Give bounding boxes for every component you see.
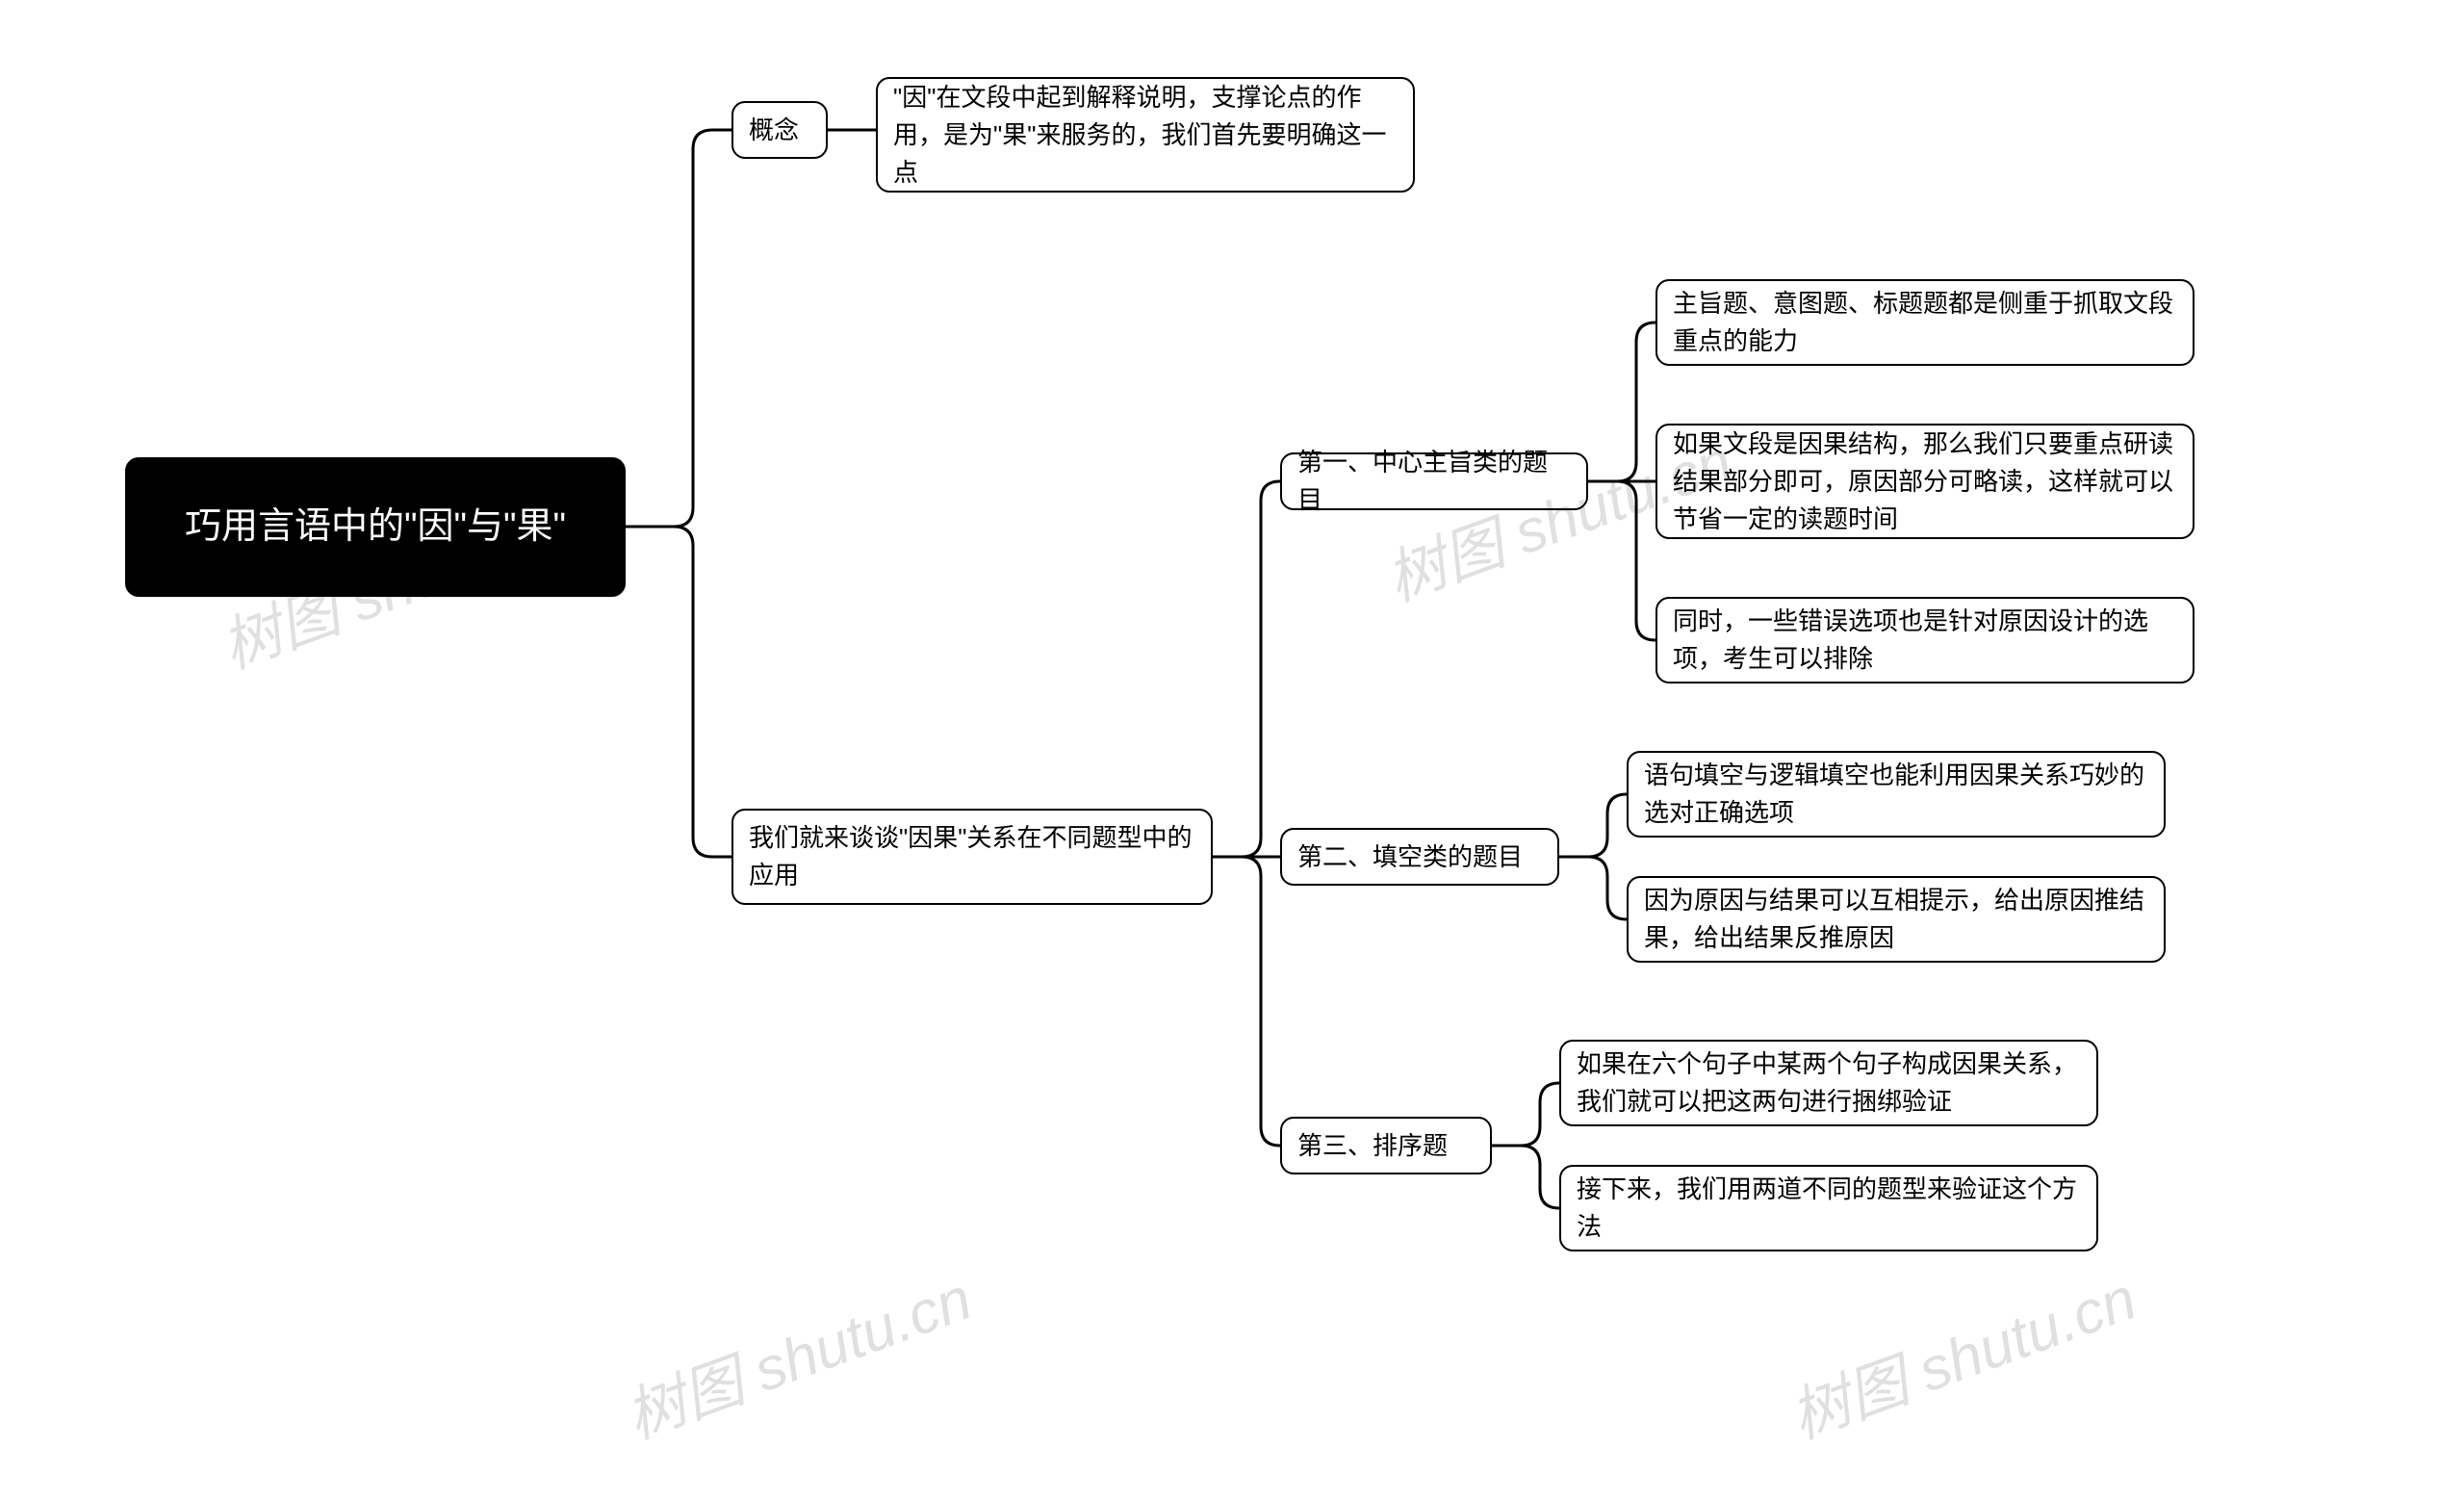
node-sub3[interactable]: 第三、排序题	[1280, 1117, 1492, 1174]
node-concept-text: 概念	[749, 112, 799, 149]
node-sub3-c2[interactable]: 接下来，我们用两道不同的题型来验证这个方法	[1559, 1165, 2098, 1251]
node-sub2-c1[interactable]: 语句填空与逻辑填空也能利用因果关系巧妙的选对正确选项	[1627, 751, 2166, 838]
node-sub2-text: 第二、填空类的题目	[1297, 838, 1523, 876]
node-sub1-c3[interactable]: 同时，一些错误选项也是针对原因设计的选项，考生可以排除	[1656, 597, 2194, 684]
node-sub2-c2-text: 因为原因与结果可以互相提示，给出原因推结果，给出结果反推原因	[1644, 882, 2148, 957]
node-sub3-c1[interactable]: 如果在六个句子中某两个句子构成因果关系，我们就可以把这两句进行捆绑验证	[1559, 1040, 2098, 1126]
node-sub3-c2-text: 接下来，我们用两道不同的题型来验证这个方法	[1577, 1171, 2081, 1246]
mindmap-root-text: 巧用言语中的"因"与"果"	[185, 500, 566, 555]
node-sub3-text: 第三、排序题	[1297, 1127, 1448, 1165]
node-concept[interactable]: 概念	[732, 101, 828, 159]
node-sub1-c2[interactable]: 如果文段是因果结构，那么我们只要重点研读结果部分即可，原因部分可略读，这样就可以…	[1656, 424, 2194, 539]
connector-lines	[0, 0, 2464, 1496]
node-sub2-c2[interactable]: 因为原因与结果可以互相提示，给出原因推结果，给出结果反推原因	[1627, 876, 2166, 963]
watermark: 树图 shutu.cn	[612, 1250, 982, 1455]
node-sub1-c3-text: 同时，一些错误选项也是针对原因设计的选项，考生可以排除	[1673, 603, 2177, 678]
node-applications[interactable]: 我们就来谈谈"因果"关系在不同题型中的应用	[732, 809, 1213, 905]
node-concept-child[interactable]: "因"在文段中起到解释说明，支撑论点的作用，是为"果"来服务的，我们首先要明确这…	[876, 77, 1415, 193]
node-sub1-text: 第一、中心主旨类的题目	[1297, 444, 1571, 519]
mindmap-root[interactable]: 巧用言语中的"因"与"果"	[125, 457, 626, 597]
node-sub2[interactable]: 第二、填空类的题目	[1280, 828, 1559, 886]
node-applications-text: 我们就来谈谈"因果"关系在不同题型中的应用	[749, 819, 1195, 894]
node-sub1[interactable]: 第一、中心主旨类的题目	[1280, 452, 1588, 510]
node-sub3-c1-text: 如果在六个句子中某两个句子构成因果关系，我们就可以把这两句进行捆绑验证	[1577, 1045, 2081, 1121]
node-sub1-c1[interactable]: 主旨题、意图题、标题题都是侧重于抓取文段重点的能力	[1656, 279, 2194, 366]
node-sub1-c1-text: 主旨题、意图题、标题题都是侧重于抓取文段重点的能力	[1673, 285, 2177, 360]
node-sub2-c1-text: 语句填空与逻辑填空也能利用因果关系巧妙的选对正确选项	[1644, 757, 2148, 832]
watermark: 树图 shutu.cn	[1777, 1250, 2146, 1455]
node-sub1-c2-text: 如果文段是因果结构，那么我们只要重点研读结果部分即可，原因部分可略读，这样就可以…	[1673, 426, 2177, 538]
node-concept-child-text: "因"在文段中起到解释说明，支撑论点的作用，是为"果"来服务的，我们首先要明确这…	[893, 79, 1398, 192]
